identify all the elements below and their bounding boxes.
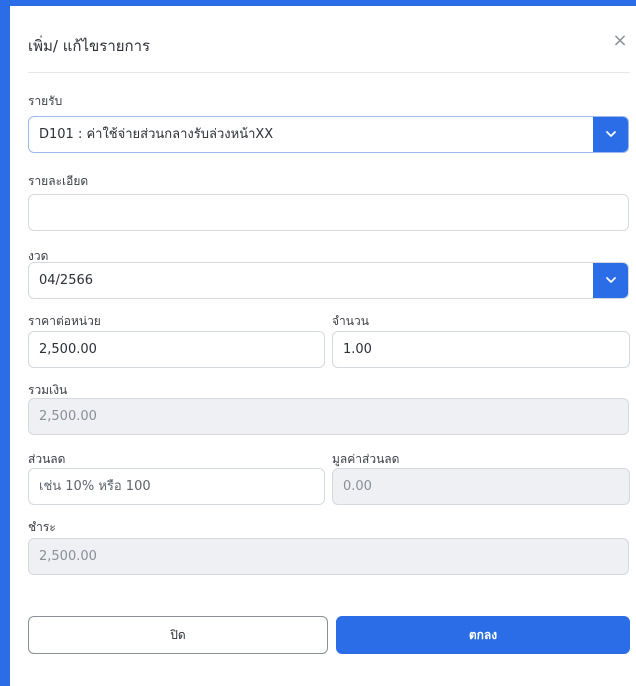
edit-item-modal: เพิ่ม/ แก้ไขรายการ × รายรับ D101 : ค่าใช…: [10, 6, 636, 686]
quantity-input[interactable]: 1.00: [332, 331, 630, 368]
ok-button[interactable]: ตกลง: [336, 616, 630, 654]
discount-label: ส่วนลด: [28, 452, 66, 466]
income-label: รายรับ: [28, 94, 63, 108]
unit-price-input[interactable]: 2,500.00: [28, 331, 325, 368]
modal-title: เพิ่ม/ แก้ไขรายการ: [28, 37, 151, 55]
income-dropdown-button[interactable]: [593, 117, 628, 152]
detail-label: รายละเอียด: [28, 174, 89, 188]
income-value: D101 : ค่าใช้จ่ายส่วนกลางรับล่วงหน้าXX: [39, 127, 274, 142]
discount-input[interactable]: เช่น 10% หรือ 100: [28, 468, 325, 505]
total-input: 2,500.00: [28, 398, 629, 435]
header-divider: [28, 72, 630, 73]
chevron-down-icon: [606, 131, 616, 137]
discount-value-label: มูลค่าส่วนลด: [332, 452, 400, 466]
chevron-down-icon: [606, 277, 616, 283]
period-value: 04/2566: [39, 273, 94, 288]
detail-input[interactable]: [28, 194, 629, 231]
modal-header: เพิ่ม/ แก้ไขรายการ ×: [28, 30, 628, 70]
discount-value-input: 0.00: [332, 468, 630, 505]
period-select[interactable]: 04/2566: [28, 262, 629, 299]
unit-price-label: ราคาต่อหน่วย: [28, 314, 101, 328]
income-select[interactable]: D101 : ค่าใช้จ่ายส่วนกลางรับล่วงหน้าXX: [28, 116, 629, 153]
payment-input: 2,500.00: [28, 538, 629, 575]
quantity-label: จำนวน: [332, 314, 369, 328]
payment-label: ชำระ: [28, 520, 56, 534]
close-icon[interactable]: ×: [610, 30, 630, 54]
period-dropdown-button[interactable]: [593, 263, 628, 298]
close-button[interactable]: ปิด: [28, 616, 328, 654]
